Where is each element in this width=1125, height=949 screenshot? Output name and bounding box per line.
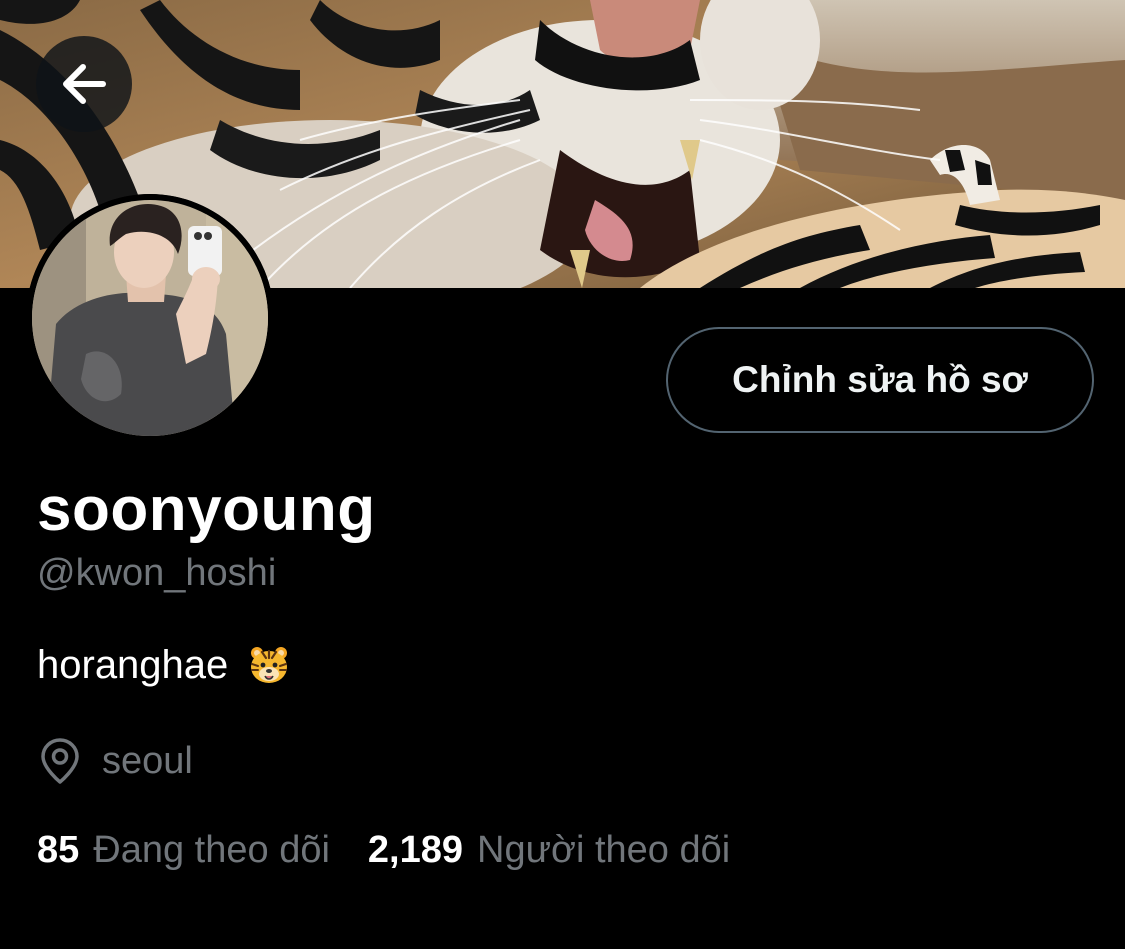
profile-bio: horanghae: [37, 640, 290, 690]
back-button[interactable]: [36, 36, 132, 132]
following-link[interactable]: 85 Đang theo dõi: [37, 825, 330, 875]
profile-avatar[interactable]: [26, 194, 274, 442]
location-pin-icon: [40, 737, 80, 785]
edit-profile-button-label: Chỉnh sửa hồ sơ: [732, 359, 1028, 400]
profile-avatar-photo: [26, 194, 274, 442]
following-count: 85: [37, 829, 80, 871]
display-name: soonyoung: [37, 475, 376, 544]
following-label: Đang theo dõi: [93, 829, 330, 871]
followers-count: 2,189: [367, 829, 464, 871]
followers-label: Người theo dõi: [477, 829, 731, 871]
profile-location: seoul: [40, 736, 193, 786]
tiger-face-emoji: [248, 644, 290, 686]
follow-stats: 85 Đang theo dõi 2,189 Người theo dõi: [37, 825, 730, 875]
edit-profile-button[interactable]: Chỉnh sửa hồ sơ: [666, 327, 1094, 433]
user-handle: @kwon_hoshi: [37, 552, 277, 594]
bio-text: horanghae: [37, 643, 229, 687]
followers-link[interactable]: 2,189 Người theo dõi: [368, 825, 730, 875]
location-text: seoul: [102, 740, 193, 782]
arrow-left-icon: [63, 64, 106, 104]
